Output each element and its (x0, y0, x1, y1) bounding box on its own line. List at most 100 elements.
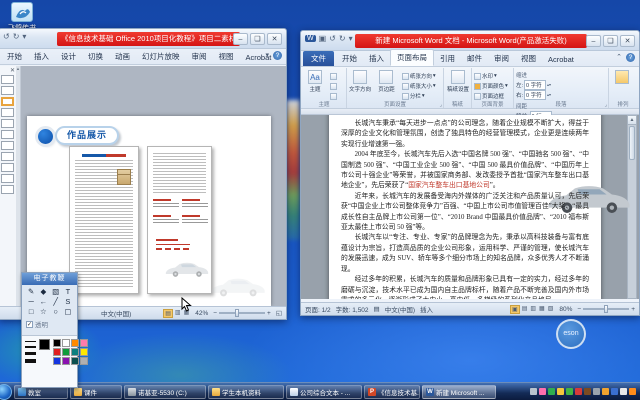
save-icon[interactable]: ▣ (319, 34, 327, 43)
qat-dropdown-icon[interactable]: ▾ (349, 34, 353, 43)
color-swatch[interactable] (71, 339, 79, 347)
word-tab-page-layout[interactable]: 页面布局 (390, 49, 434, 66)
tray-icon[interactable] (629, 388, 636, 395)
start-button[interactable] (0, 384, 12, 400)
collapse-ribbon-icon[interactable]: ⌃ (616, 53, 622, 62)
slide-thumbnail-selected[interactable] (1, 97, 14, 106)
position-button[interactable] (611, 69, 633, 85)
scroll-up-icon[interactable]: ▲ (628, 116, 636, 125)
word-document-area[interactable]: 长城汽车秉承“每天进步一点点”的公司理念，随着企业规模不断扩大，得益于深厚的企业… (301, 115, 639, 299)
dialog-launcher-icon[interactable]: ⌟ (605, 102, 607, 108)
fullscreen-view-icon[interactable]: ▤ (521, 305, 529, 314)
color-swatch[interactable] (80, 357, 88, 365)
color-swatch[interactable] (62, 348, 70, 356)
color-swatch[interactable] (53, 348, 61, 356)
slide-thumbnail[interactable] (1, 86, 14, 95)
orientation-button[interactable]: 纸张方向▾ (402, 71, 436, 81)
tray-icon[interactable] (611, 388, 618, 395)
pencil-tool[interactable]: ✎ (25, 287, 37, 297)
zoom-out-icon[interactable]: − (213, 310, 217, 317)
indent-left-spinner[interactable]: 左:0 字符▴▾ (516, 80, 562, 90)
tray-icon[interactable] (584, 388, 591, 395)
text-tool[interactable]: T (62, 287, 74, 297)
word-tab-review[interactable]: 审阅 (488, 51, 515, 66)
word-tab-mailings[interactable]: 邮件 (461, 51, 488, 66)
ppt-titlebar[interactable]: ↺ ↻ ▾ 《信息技术基础 Office 2010项目化教程》项目二素材 (兼容… (0, 29, 286, 49)
ppt-tab-view[interactable]: 视图 (213, 49, 240, 64)
ellipse-tool[interactable]: ○ (50, 307, 62, 317)
ribbon-options-icon[interactable]: ▾ (265, 51, 269, 60)
outline-view-icon[interactable]: ▦ (538, 305, 546, 314)
tray-icon[interactable] (602, 388, 609, 395)
themes-button[interactable]: Aa 主题 (304, 69, 326, 93)
slide-thumbnail[interactable] (1, 152, 14, 161)
taskbar-item-usb-drive[interactable]: 诺基亚-5530 (C:) (124, 385, 206, 399)
close-button[interactable]: ✕ (620, 35, 635, 47)
tray-icon[interactable] (575, 388, 582, 395)
line-width-option[interactable] (25, 341, 36, 342)
ppt-tab-insert[interactable]: 插入 (28, 49, 55, 64)
slide-thumbnail[interactable] (1, 163, 14, 172)
panel-close-icon[interactable]: ✕ (10, 67, 15, 74)
zoom-in-icon[interactable]: + (631, 306, 635, 313)
page-color-button[interactable]: 页面颜色▾ (474, 81, 508, 91)
theme-colors-icon[interactable] (330, 73, 337, 80)
curve-tool[interactable]: S (62, 297, 74, 307)
ppt-tab-home[interactable]: 开始 (1, 49, 28, 64)
color-swatch[interactable] (62, 357, 70, 365)
highlighter-tool[interactable]: ▧ (50, 287, 62, 297)
draft-view-icon[interactable]: ▧ (547, 305, 555, 314)
color-swatch[interactable] (80, 348, 88, 356)
help-icon[interactable]: ? (626, 53, 635, 62)
tray-icon[interactable] (593, 388, 600, 395)
word-tab-file[interactable]: 文件 (303, 51, 334, 66)
language-indicator[interactable]: 中文(中国) (101, 308, 131, 318)
line-width-option[interactable] (25, 346, 36, 348)
document-preview-page-2[interactable] (147, 146, 212, 294)
theme-fonts-icon[interactable] (330, 83, 337, 90)
document-preview-page-1[interactable] (69, 146, 139, 294)
slide-thumbnail[interactable] (1, 119, 14, 128)
spellcheck-icon[interactable]: ▤ (374, 305, 380, 313)
word-tab-home[interactable]: 开始 (336, 51, 363, 66)
slide-thumbnail[interactable] (1, 141, 14, 150)
qat-dropdown-icon[interactable]: ▾ (22, 32, 26, 41)
color-swatch[interactable] (53, 357, 61, 365)
ppt-tab-transitions[interactable]: 切换 (82, 49, 109, 64)
margins-button[interactable]: 页边距 (375, 69, 397, 93)
close-button[interactable]: ✕ (267, 33, 282, 45)
arrow-tool[interactable]: ← (37, 297, 49, 307)
dialog-launcher-icon[interactable]: ⌟ (440, 102, 442, 108)
palette-title[interactable]: 电子教鞭 (22, 273, 77, 285)
rounded-rect-tool[interactable]: ▢ (62, 307, 74, 317)
tray-icon[interactable] (557, 388, 564, 395)
thumbnail-scrollbar[interactable]: ▲ (16, 66, 20, 306)
word-count[interactable]: 字数: 1,502 (336, 304, 369, 314)
taskbar-item-student-files[interactable]: 学生本机资料 (208, 385, 284, 399)
undo-icon[interactable]: ↺ (3, 32, 10, 41)
color-swatch[interactable] (53, 339, 61, 347)
slide-thumbnail[interactable] (1, 108, 14, 117)
rectangle-tool[interactable]: □ (25, 307, 37, 317)
color-swatch[interactable] (71, 348, 79, 356)
undo-icon[interactable]: ↺ (329, 34, 336, 43)
tray-icon[interactable] (530, 388, 537, 395)
minimize-button[interactable]: – (233, 33, 248, 45)
redo-icon[interactable]: ↻ (13, 32, 20, 41)
slide-thumbnail[interactable] (1, 75, 14, 84)
print-layout-view-icon[interactable]: ▣ (510, 305, 520, 314)
theme-effects-icon[interactable] (330, 93, 337, 100)
tray-icon[interactable] (548, 388, 555, 395)
word-titlebar[interactable]: W ▣ ↺ ↻ ▾ 新建 Microsoft Word 文档 - Microso… (301, 31, 639, 51)
ppt-tab-review[interactable]: 审阅 (186, 49, 213, 64)
text-direction-button[interactable]: 文字方向 (349, 69, 371, 93)
paper-size-button[interactable]: 纸张大小▾ (402, 81, 436, 91)
tray-icon[interactable] (566, 388, 573, 395)
scrollbar-thumb[interactable] (629, 126, 635, 160)
color-swatch[interactable] (62, 339, 70, 347)
zoom-slider[interactable]: − + (213, 310, 271, 317)
grid-paper-setup-button[interactable]: 稿纸设置 (446, 69, 470, 93)
word-tab-view[interactable]: 视图 (515, 51, 542, 66)
line-width-option[interactable] (25, 359, 36, 363)
eraser-tool[interactable]: ◆ (37, 287, 49, 297)
